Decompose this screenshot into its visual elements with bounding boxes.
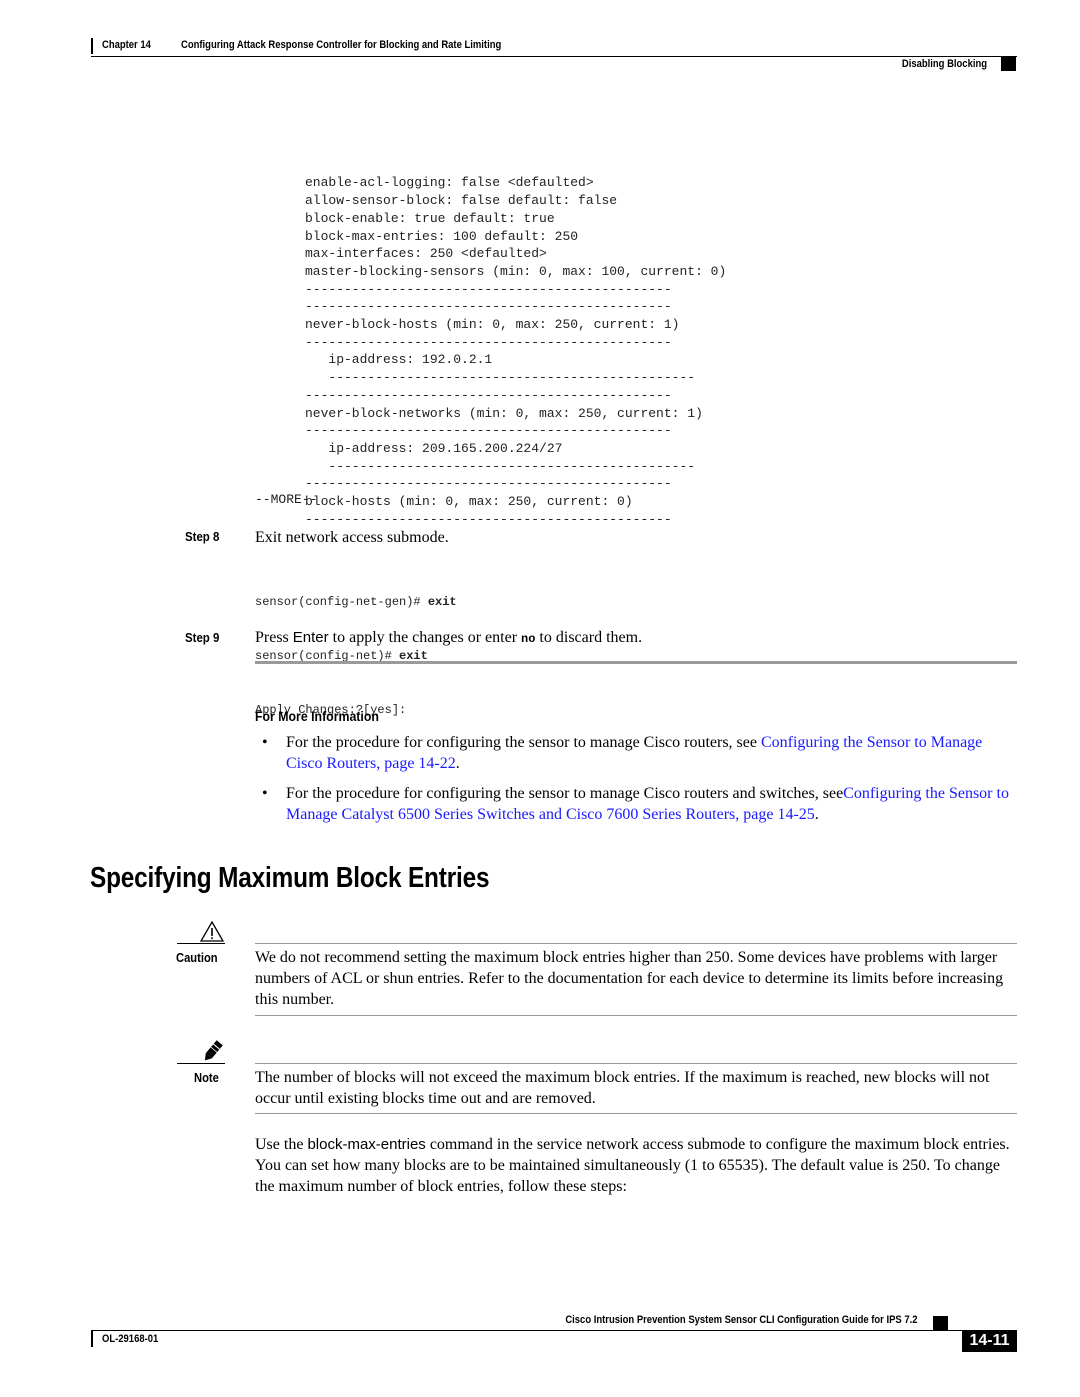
note-icon-rule	[177, 1063, 225, 1064]
more-info-heading: For More Information	[255, 708, 379, 724]
step-8-text: Exit network access submode.	[255, 529, 449, 546]
note-text: The number of blocks will not exceed the…	[255, 1069, 990, 1107]
bullet-dot: •	[262, 734, 268, 751]
header-left-bar	[91, 38, 93, 54]
procedure-end-rule	[255, 661, 1017, 664]
more-info-bullet-1: • For the procedure for configuring the …	[262, 732, 1014, 774]
code-lines: enable-acl-logging: false <defaulted> all…	[305, 174, 726, 528]
footer-left-bar	[91, 1331, 93, 1347]
code-line: ----------------------------------------…	[305, 458, 696, 474]
bullet-dot: •	[262, 785, 268, 802]
code-line: sensor(config-net-gen)# exit	[255, 595, 457, 609]
code-line: ----------------------------------------…	[305, 334, 672, 350]
code-line: block-max-entries: 100 default: 250	[305, 228, 579, 244]
footer-marker-block	[933, 1316, 948, 1330]
warning-triangle-icon	[199, 920, 225, 944]
more-info-bullet-2: • For the procedure for configuring the …	[262, 783, 1020, 825]
section-title: Specifying Maximum Block Entries	[90, 862, 490, 894]
header-section-title: Disabling Blocking	[901, 58, 987, 70]
header-marker-block	[1001, 57, 1016, 71]
caution-icon-rule	[177, 943, 225, 944]
code-line: master-blocking-sensors (min: 0, max: 10…	[305, 263, 727, 279]
step-9-label: Step 9	[185, 630, 220, 645]
code-line: ip-address: 192.0.2.1	[305, 352, 493, 368]
code-line: block-hosts (min: 0, max: 250, current: …	[305, 494, 633, 510]
footer-guide-title: Cisco Intrusion Prevention System Sensor…	[565, 1314, 918, 1326]
code-line: ip-address: 209.165.200.224/27	[305, 440, 563, 456]
code-line: ----------------------------------------…	[305, 423, 672, 439]
caution-top-rule	[255, 943, 1017, 944]
code-line: never-block-networks (min: 0, max: 250, …	[305, 405, 703, 421]
code-line: enable-acl-logging: false <defaulted>	[305, 175, 594, 191]
note-bottom-rule	[255, 1113, 1017, 1114]
code-line: ----------------------------------------…	[305, 281, 672, 297]
header-chapter-label: Chapter 14	[102, 39, 151, 51]
caution-text: We do not recommend setting the maximum …	[255, 949, 1004, 1008]
key-enter: Enter	[292, 629, 329, 646]
bullet-content: For the procedure for configuring the se…	[286, 734, 983, 772]
more-prompt: --MORE--	[255, 492, 318, 507]
header-rule	[91, 56, 1017, 57]
code-line: ----------------------------------------…	[305, 370, 696, 386]
pencil-icon	[199, 1040, 225, 1064]
intro-paragraph: Use the block-max-entries command in the…	[255, 1136, 1010, 1195]
footer-rule	[91, 1330, 1017, 1331]
caution-label: Caution	[176, 950, 218, 965]
code-line: ----------------------------------------…	[305, 299, 672, 315]
command-name: block-max-entries	[307, 1136, 426, 1153]
page-number: 14-11	[962, 1330, 1017, 1352]
code-line: max-interfaces: 250 <defaulted>	[305, 246, 547, 262]
code-line: allow-sensor-block: false default: false	[305, 193, 618, 209]
step-8-label: Step 8	[185, 529, 220, 544]
code-word-no: no	[521, 632, 536, 646]
footer-doc-number: OL-29168-01	[102, 1333, 159, 1345]
code-line: ----------------------------------------…	[305, 387, 672, 403]
header-chapter-title: Configuring Attack Response Controller f…	[181, 39, 502, 51]
code-block: enable-acl-logging: false <defaulted> all…	[305, 139, 726, 546]
step-9-text: Press Enter to apply the changes or ente…	[255, 629, 643, 646]
bullet-content: For the procedure for configuring the se…	[286, 785, 1009, 823]
note-top-rule	[255, 1063, 1017, 1064]
code-line: ----------------------------------------…	[305, 511, 672, 527]
code-line: block-enable: true default: true	[305, 210, 555, 226]
note-label: Note	[194, 1070, 219, 1085]
code-line: ----------------------------------------…	[305, 476, 672, 492]
caution-bottom-rule	[255, 1015, 1017, 1016]
code-line: never-block-hosts (min: 0, max: 250, cur…	[305, 317, 680, 333]
